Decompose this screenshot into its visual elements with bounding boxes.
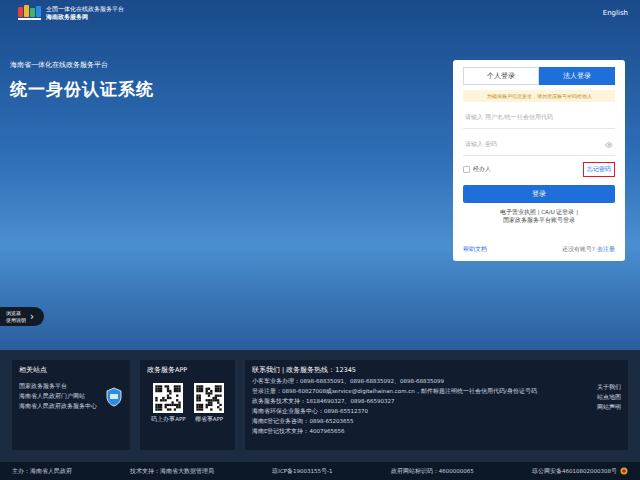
alt-login-link[interactable]: 国家政务服务平台账号登录 bbox=[503, 217, 575, 224]
platform-name: 全国一体化在线政务服务平台 bbox=[46, 6, 124, 13]
header: 全国一体化在线政务服务平台海南政务服务网 English bbox=[0, 0, 640, 22]
arrow-icon: › bbox=[30, 312, 34, 322]
gov-badge-icon[interactable] bbox=[105, 387, 123, 407]
browser-guide-tab[interactable]: 浏览器使用说明 › bbox=[0, 307, 44, 326]
bottom-bar-item: 琼公网安备46010802000308号 bbox=[532, 467, 628, 475]
checkbox-box bbox=[463, 166, 470, 173]
login-card: 个人登录法人登录为确保账户信息安全，请勿泄露账号密码给他人请输入 用户名/统一社… bbox=[453, 60, 625, 261]
related-site-link[interactable]: 海南省人民政府门户网站 bbox=[19, 393, 97, 400]
contact-line: 海南E登记技术支持：4007965656 bbox=[252, 428, 537, 435]
contact-line: 小客车业务办理：0898-68835091、0898-68835092、0898… bbox=[252, 378, 537, 385]
qr-code-icon bbox=[153, 383, 183, 413]
hero-body: 海南省一体化在线政务服务平台统一身份认证系统浏览器使用说明 › 个人登录法人登录为确… bbox=[0, 22, 640, 350]
register-link[interactable]: 去注册 bbox=[597, 246, 615, 253]
site-logo[interactable]: 全国一体化在线政务服务平台海南政务服务网 bbox=[18, 5, 124, 21]
login-tabs: 个人登录法人登录 bbox=[463, 67, 615, 85]
page: 全国一体化在线政务服务平台海南政务服务网 English 海南省一体化在线政务服务平… bbox=[0, 0, 640, 480]
browser-guide-text: 浏览器 bbox=[6, 310, 26, 317]
register-prompt: 还没有账号? bbox=[562, 246, 595, 253]
password-input[interactable]: 请输入 密码 bbox=[463, 134, 615, 156]
related-site-link[interactable]: 海南省人民政府政务服务中心 bbox=[19, 403, 97, 410]
alt-login-link[interactable]: 电子营业执照 | CA/U 证登录 | bbox=[500, 209, 578, 216]
app-download[interactable]: 码上办事APP bbox=[151, 383, 185, 423]
help-link[interactable]: 帮助文档 bbox=[463, 246, 487, 253]
contact-line: 海南省环保企业服务中心：0898-65512370 bbox=[252, 408, 537, 415]
browser-guide-text: 使用说明 bbox=[6, 317, 26, 324]
app-name: 码上办事APP bbox=[151, 416, 185, 423]
bottom-bar-item: 技术支持：海南省大数据管理局 bbox=[130, 468, 214, 475]
app-download[interactable]: 椰省事APP bbox=[194, 383, 224, 423]
app-name: 椰省事APP bbox=[195, 416, 223, 423]
app-panel: 政务服务APP 码上办事APP 椰省事APP bbox=[140, 360, 235, 450]
forgot-password-link[interactable]: 忘记密码 bbox=[583, 162, 615, 177]
language-switch[interactable]: English bbox=[603, 5, 628, 17]
security-notice: 为确保账户信息安全，请勿泄露账号密码给他人 bbox=[463, 90, 615, 102]
related-site-link[interactable]: 国家政务服务平台 bbox=[19, 383, 97, 390]
contact-line: 海南E登记业务咨询：0898-65203655 bbox=[252, 418, 537, 425]
footer-link[interactable]: 站点地图 bbox=[597, 394, 621, 401]
bottom-bar-item: 政府网站标识码：4600000065 bbox=[391, 468, 474, 475]
hero-banner: 全国一体化在线政务服务平台海南政务服务网 English 海南省一体化在线政务服务平… bbox=[0, 0, 640, 350]
login-button[interactable]: 登录 bbox=[463, 185, 615, 203]
contact-line: 登录注册：0898-60827008或service@digitalhainan… bbox=[252, 388, 537, 395]
panel-title: 政务服务APP bbox=[147, 366, 228, 375]
site-name: 海南政务服务网 bbox=[46, 14, 124, 21]
footer: 相关站点国家政务服务平台海南省人民政府门户网站海南省人民政府政务服务中心政务服务… bbox=[0, 350, 640, 462]
hero-title: 统一身份认证系统 bbox=[10, 78, 453, 101]
footer-link[interactable]: 网站声明 bbox=[597, 404, 621, 411]
bottom-bar-item: 琼ICP备19003155号-1 bbox=[272, 468, 332, 475]
bottom-bar-item: 主办：海南省人民政府 bbox=[12, 468, 72, 475]
hero-subtitle: 海南省一体化在线政务服务平台 bbox=[10, 60, 453, 70]
login-tab[interactable]: 法人登录 bbox=[539, 67, 615, 85]
login-tab[interactable]: 个人登录 bbox=[463, 67, 539, 85]
panel-title: 相关站点 bbox=[19, 366, 123, 375]
police-badge-icon bbox=[620, 467, 628, 475]
footer-link[interactable]: 关于我们 bbox=[597, 384, 621, 391]
username-input[interactable]: 请输入 用户名/统一社会信用代码 bbox=[463, 107, 615, 129]
agent-checkbox[interactable]: 经办人 bbox=[463, 165, 491, 174]
eye-icon[interactable] bbox=[605, 141, 613, 149]
contact-panel: 联系我们 | 政务服务热线：12345 小客车业务办理：0898-68835091… bbox=[245, 360, 628, 450]
bottom-bar: 主办：海南省人民政府 技术支持：海南省大数据管理局 琼ICP备19003155号-1… bbox=[0, 462, 640, 480]
related-sites-panel: 相关站点国家政务服务平台海南省人民政府门户网站海南省人民政府政务服务中心 bbox=[12, 360, 130, 450]
panel-title: 联系我们 | 政务服务热线：12345 bbox=[252, 366, 537, 375]
contact-line: 政务服务技术支持：18184690327、0898-66590327 bbox=[252, 398, 537, 405]
platform-logo-icon bbox=[18, 5, 42, 21]
qr-code-icon bbox=[194, 383, 224, 413]
